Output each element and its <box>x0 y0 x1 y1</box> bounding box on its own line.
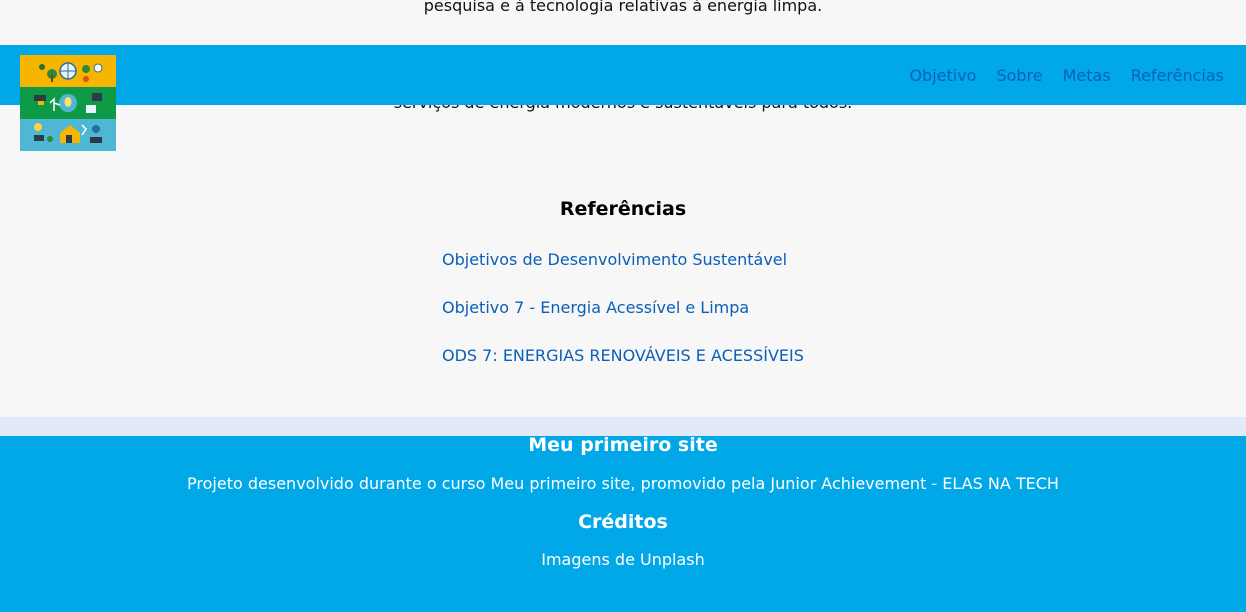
nav-link-objetivo[interactable]: Objetivo <box>909 66 976 85</box>
list-item: Objetivo 7 - Energia Acessível e Limpa <box>442 298 749 318</box>
footer-site-title: Meu primeiro site <box>528 434 718 456</box>
footer-credits-text: Imagens de Unplash <box>541 550 705 569</box>
footer-site-description: Projeto desenvolvido durante o curso Meu… <box>187 474 1059 493</box>
list-item: Objetivos de Desenvolvimento Sustentável <box>442 250 787 270</box>
list-item: ODS 7: ENERGIAS RENOVÁVEIS E ACESSÍVEIS <box>442 346 804 366</box>
reference-link-objetivo-7[interactable]: Objetivo 7 - Energia Acessível e Limpa <box>442 298 749 317</box>
nav-link-referencias[interactable]: Referências <box>1131 66 1224 85</box>
site-header: Objetivo Sobre Metas Referências <box>0 45 1246 105</box>
references-section: Referências Objetivos de Desenvolvimento… <box>0 196 1246 365</box>
site-footer: Meu primeiro site Projeto desenvolvido d… <box>0 434 1246 612</box>
nav-link-metas[interactable]: Metas <box>1063 66 1111 85</box>
clean-energy-logo-image <box>20 55 116 151</box>
footer-credits-title: Créditos <box>578 511 668 533</box>
clean-energy-logo[interactable] <box>20 55 116 151</box>
section-text-top: pesquisa e à tecnologia relativas à ener… <box>423 0 823 15</box>
nav-link-sobre[interactable]: Sobre <box>996 66 1042 85</box>
reference-link-ods-7[interactable]: ODS 7: ENERGIAS RENOVÁVEIS E ACESSÍVEIS <box>442 346 804 365</box>
main-nav: Objetivo Sobre Metas Referências <box>909 45 1224 105</box>
reference-link-ods[interactable]: Objetivos de Desenvolvimento Sustentável <box>442 250 787 269</box>
references-title: Referências <box>559 198 687 220</box>
